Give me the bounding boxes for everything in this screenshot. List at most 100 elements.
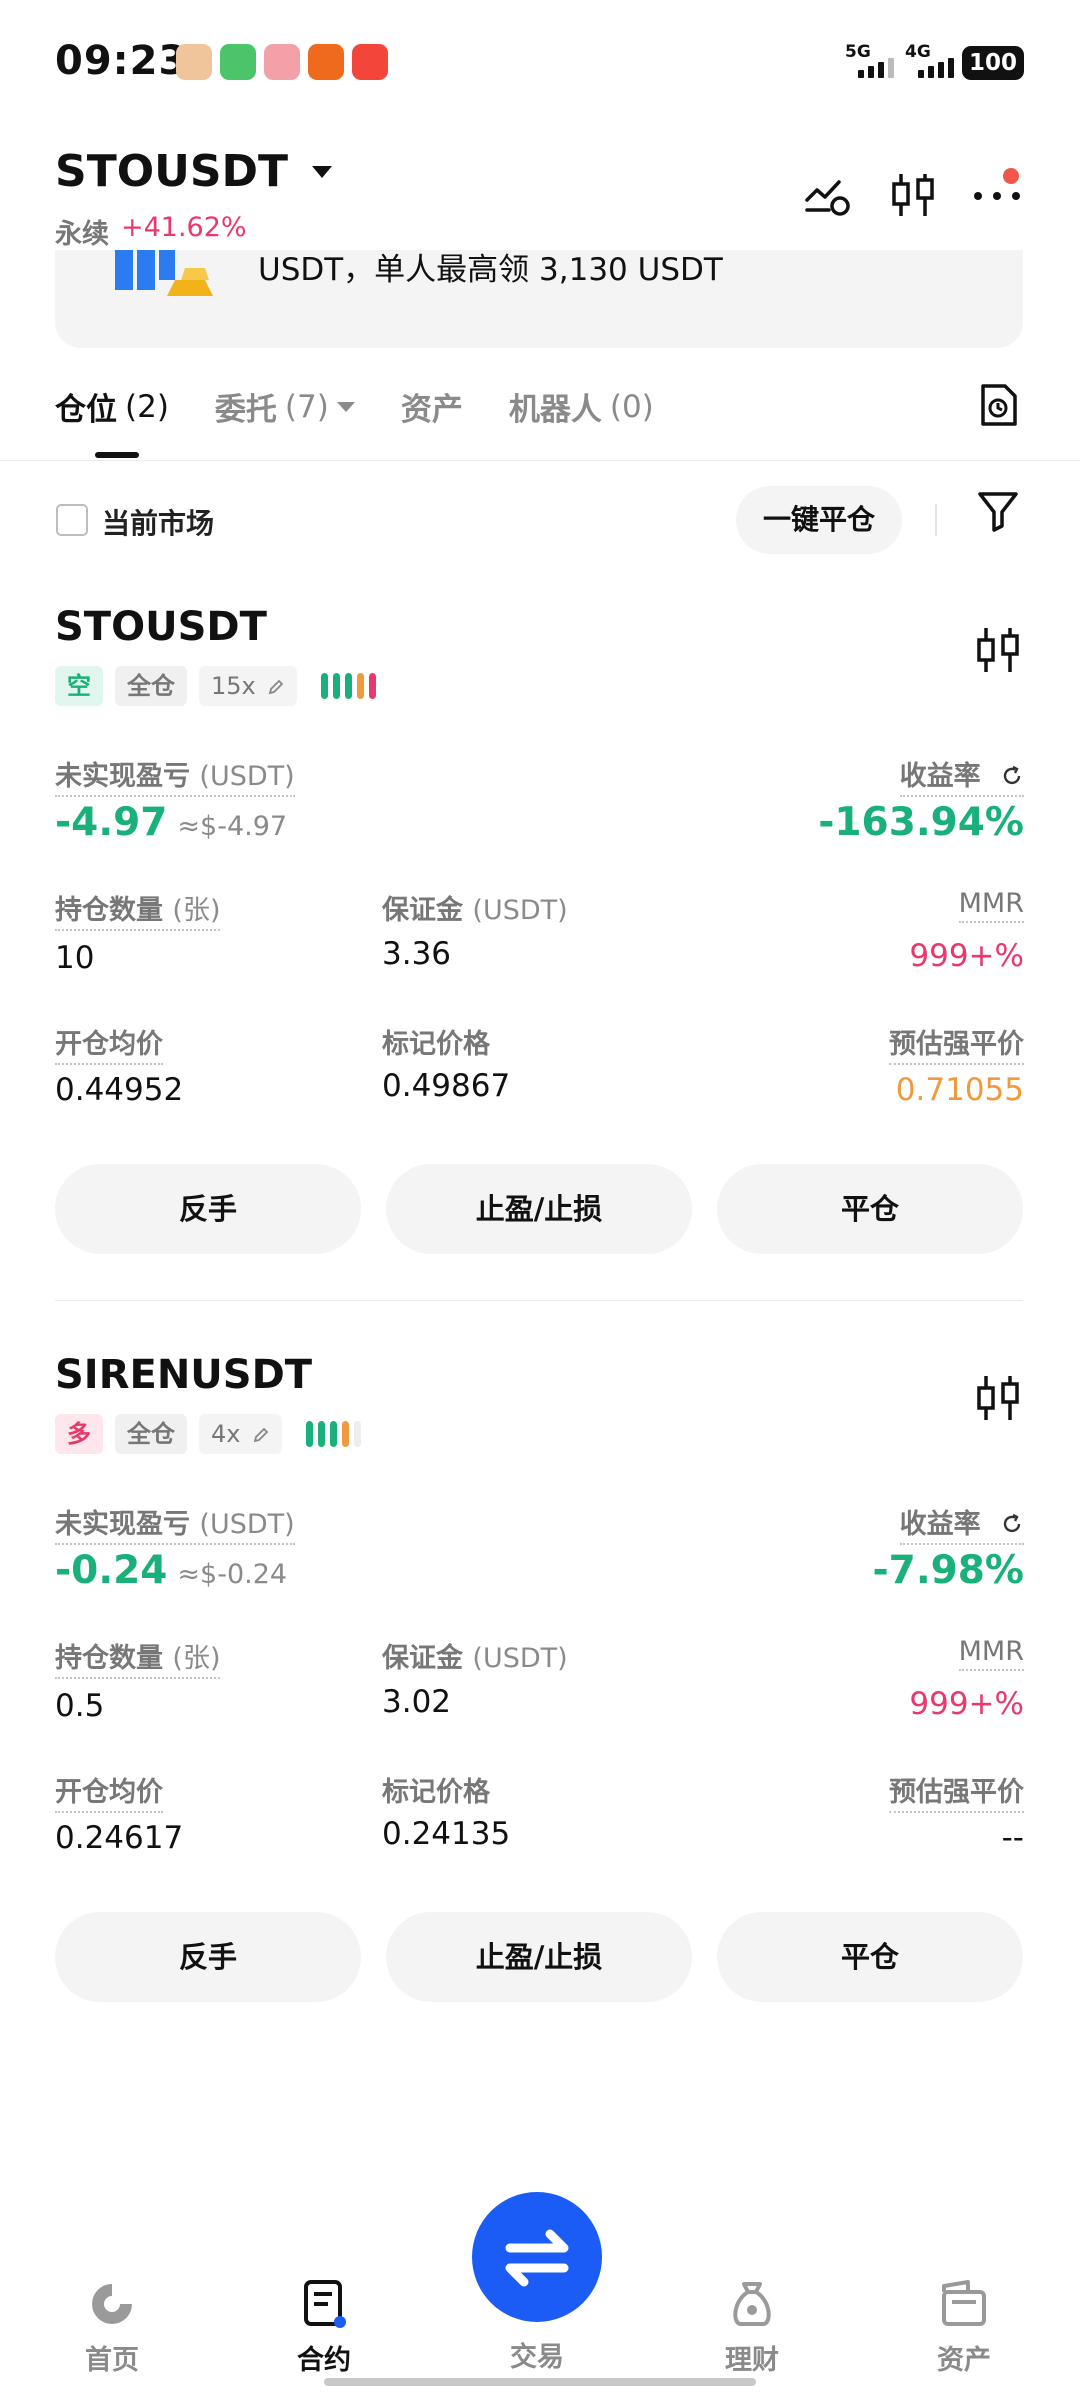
unrealized-pnl-label: 未实现盈亏 (USDT) [55, 1502, 295, 1545]
current-market-checkbox[interactable] [56, 504, 88, 536]
position-symbol[interactable]: STOUSDT [55, 604, 267, 650]
home-indicator [324, 2378, 756, 2386]
label-text: 收益率 [899, 761, 981, 792]
notification-dot [1003, 168, 1019, 184]
nav-label: 资产 [937, 2345, 991, 2376]
roe-label: 收益率 [899, 754, 1024, 797]
futures-document-icon [304, 2280, 346, 2328]
reverse-button[interactable]: 反手 [55, 1912, 361, 2002]
position-symbol[interactable]: SIRENUSDT [55, 1352, 312, 1398]
leverage-badge[interactable]: 15x [199, 666, 298, 706]
liq-price-label: 预估强平价 [889, 1770, 1024, 1813]
trade-label: 交易 [510, 2342, 564, 2373]
signal-4g-icon [918, 58, 954, 78]
tab-count: (2) [125, 388, 169, 425]
mark-price-value: 0.24135 [382, 1816, 511, 1852]
pair-subline: 永续 +41.62% [55, 212, 247, 251]
unrealized-pnl-label: 未实现盈亏 (USDT) [55, 754, 295, 797]
label-unit: (USDT) [472, 1643, 568, 1674]
edit-icon [269, 679, 284, 695]
pair-selector[interactable]: STOUSDT [55, 146, 333, 197]
margin-value: 3.36 [382, 936, 452, 972]
tab-label: 仓位 [55, 392, 117, 428]
label-unit: (张) [172, 895, 221, 926]
candlestick-chart-icon[interactable] [972, 1372, 1024, 1424]
tp-sl-button[interactable]: 止盈/止损 [386, 1912, 692, 2002]
battery-indicator: 100 [962, 46, 1024, 80]
position-badges: 空 全仓 15x [55, 666, 377, 706]
margin-mode-badge: 全仓 [115, 1414, 187, 1454]
leverage-badge[interactable]: 4x [199, 1414, 283, 1454]
liq-price-value: -- [1001, 1820, 1024, 1856]
candlestick-chart-icon[interactable] [972, 624, 1024, 676]
mmr-label: MMR [958, 888, 1024, 923]
reverse-button[interactable]: 反手 [55, 1164, 361, 1254]
risk-level-icon [306, 1421, 362, 1447]
tab-count: (0) [609, 388, 654, 425]
notification-icons [176, 44, 388, 80]
caret-down-icon [336, 401, 355, 412]
tab-assets[interactable]: 资产 [401, 384, 463, 429]
mark-price-label: 标记价格 [382, 1777, 490, 1808]
close-position-button[interactable]: 平仓 [717, 1164, 1023, 1254]
wallet-icon [942, 2280, 986, 2326]
roe-label: 收益率 [899, 1502, 1024, 1545]
banner-text: USDT，单人最高领 3,130 USDT [258, 252, 723, 288]
trade-button[interactable] [472, 2192, 602, 2322]
label-unit: (张) [172, 1643, 221, 1674]
roe-value: -163.94% [818, 800, 1024, 845]
tab-label: 机器人 [508, 392, 602, 428]
nav-label: 合约 [297, 2345, 351, 2376]
refresh-icon[interactable] [1000, 1512, 1024, 1536]
leverage-value: 4x [211, 1420, 241, 1448]
label-text: 保证金 [382, 895, 463, 926]
caret-down-icon [312, 165, 333, 178]
app-notification-icon [176, 44, 212, 80]
filter-separator [935, 504, 937, 536]
margin-value: 3.02 [382, 1684, 452, 1720]
tab-label: 委托 [214, 392, 277, 428]
quantity-value: 0.5 [55, 1688, 105, 1724]
pnl-value: -4.97 [55, 800, 168, 845]
pnl-usd-value: ≈$-0.24 [177, 1559, 288, 1590]
current-market-label: 当前市场 [102, 507, 215, 540]
label-text: 保证金 [382, 1643, 463, 1674]
card-divider [55, 1300, 1023, 1301]
mmr-label: MMR [958, 1636, 1024, 1671]
close-all-button[interactable]: 一键平仓 [736, 486, 902, 554]
candlestick-chart-icon[interactable] [888, 170, 938, 220]
margin-mode-badge: 全仓 [115, 666, 187, 706]
tab-count: (7) [284, 388, 329, 425]
promo-banner[interactable]: USDT，单人最高领 3,130 USDT [55, 250, 1023, 348]
filter-icon[interactable] [975, 488, 1021, 534]
liq-price-value: 0.71055 [895, 1072, 1024, 1108]
signal-5g-icon [858, 58, 894, 78]
tab-bots[interactable]: 机器人 (0) [509, 384, 654, 429]
entry-price-value: 0.24617 [55, 1820, 184, 1856]
trend-alert-icon[interactable] [803, 170, 853, 220]
label-text: 未实现盈亏 [55, 1509, 190, 1540]
position-tabs: 仓位 (2) 委托 (7) 资产 机器人 (0) [55, 384, 654, 429]
risk-level-icon [321, 673, 377, 699]
history-document-icon[interactable] [975, 382, 1021, 428]
roe-value: -7.98% [872, 1548, 1025, 1593]
tab-positions[interactable]: 仓位 (2) [55, 384, 169, 429]
label-unit: (USDT) [199, 1509, 295, 1540]
mmr-value: 999+% [909, 938, 1024, 974]
refresh-icon[interactable] [1000, 764, 1024, 788]
contract-type: 永续 [55, 219, 109, 250]
edit-icon [253, 1427, 269, 1443]
pair-name: STOUSDT [55, 146, 289, 197]
tabs-divider [0, 460, 1080, 461]
nav-earn[interactable]: 理财 [692, 2278, 812, 2377]
nav-home[interactable]: 首页 [52, 2278, 172, 2377]
nav-futures[interactable]: 合约 [264, 2278, 384, 2377]
nav-assets[interactable]: 资产 [904, 2278, 1024, 2377]
tab-orders[interactable]: 委托 (7) [215, 384, 355, 429]
side-badge: 空 [55, 666, 103, 706]
tp-sl-button[interactable]: 止盈/止损 [386, 1164, 692, 1254]
pnl-value: -0.24 [55, 1548, 168, 1593]
close-position-button[interactable]: 平仓 [717, 1912, 1023, 2002]
active-tab-indicator [95, 452, 139, 458]
entry-price-value: 0.44952 [55, 1072, 184, 1108]
